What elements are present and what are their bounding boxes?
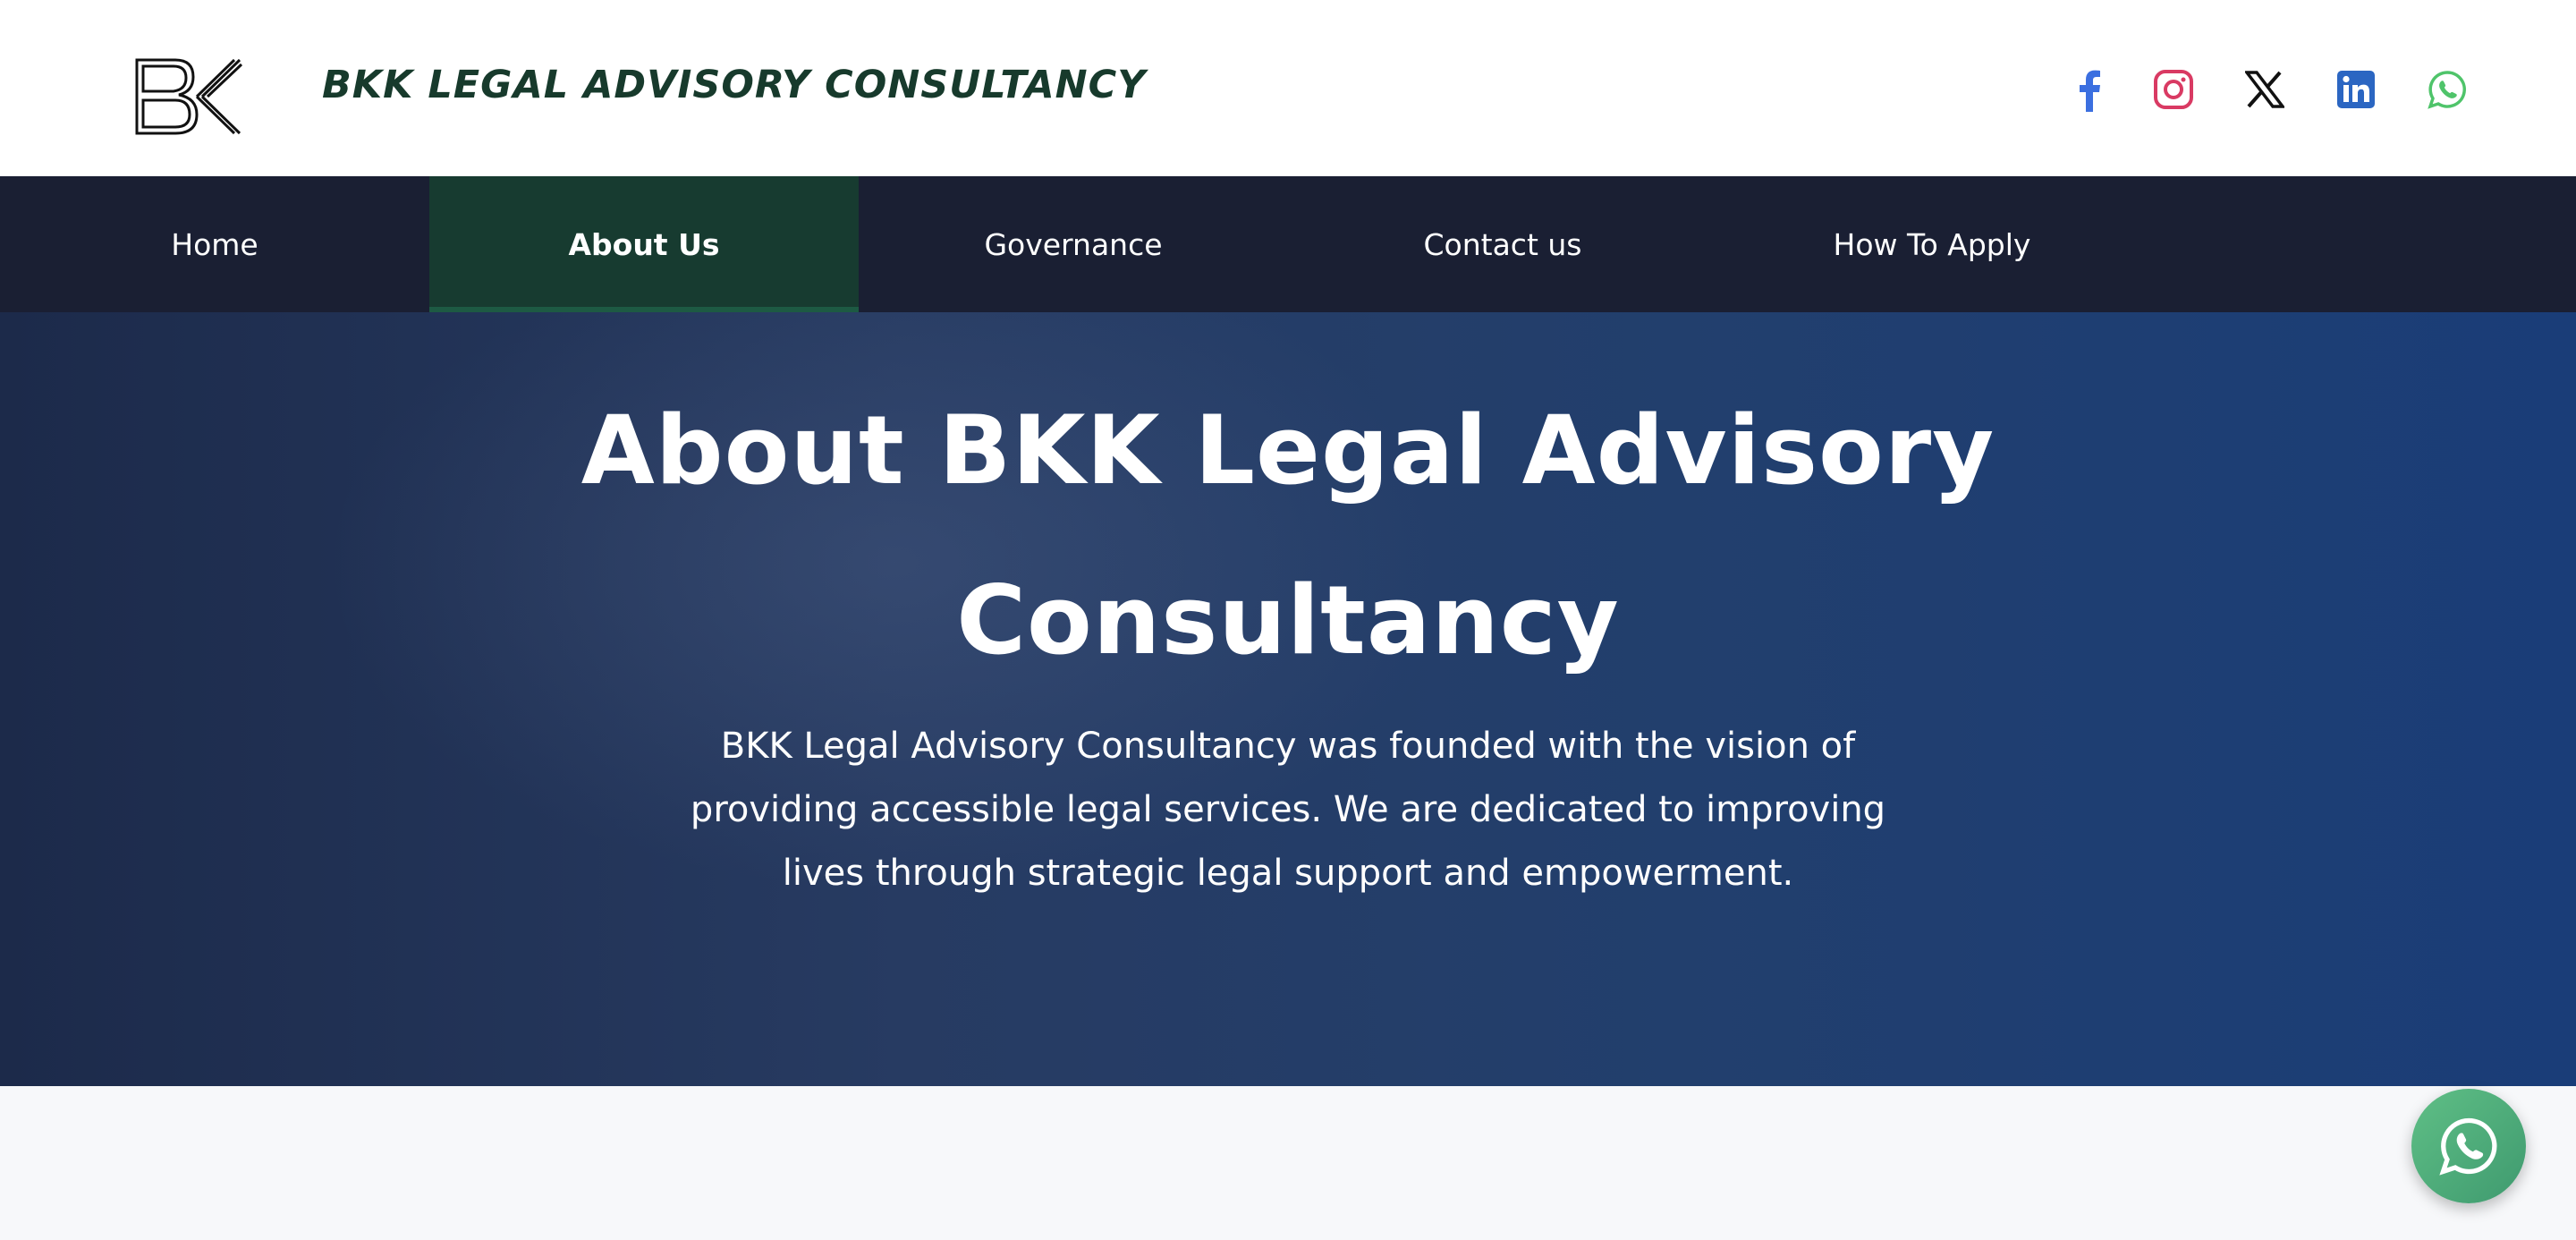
hero-description: BKK Legal Advisory Consultancy was found… bbox=[690, 726, 1886, 894]
facebook-icon[interactable] bbox=[2063, 63, 2116, 116]
nav-item-contact-us[interactable]: Contact us bbox=[1288, 176, 1717, 312]
main-nav: Home About Us Governance Contact us How … bbox=[0, 176, 2576, 312]
whatsapp-chat-button[interactable] bbox=[2411, 1089, 2526, 1203]
x-icon[interactable] bbox=[2238, 63, 2292, 116]
nav-item-about-us[interactable]: About Us bbox=[429, 176, 859, 312]
linkedin-icon[interactable] bbox=[2329, 63, 2383, 116]
page-title: About BKK Legal Advisory Consultancy bbox=[580, 395, 1996, 675]
instagram-icon[interactable] bbox=[2147, 63, 2200, 116]
bkk-logo[interactable] bbox=[134, 57, 243, 136]
whatsapp-icon[interactable] bbox=[2420, 63, 2474, 116]
nav-item-home[interactable]: Home bbox=[0, 176, 429, 312]
nav-item-governance[interactable]: Governance bbox=[859, 176, 1288, 312]
nav-item-how-to-apply[interactable]: How To Apply bbox=[1717, 176, 2147, 312]
brand-name[interactable]: BKK LEGAL ADVISORY CONSULTANCY bbox=[322, 63, 1146, 107]
whatsapp-icon bbox=[2439, 1117, 2497, 1176]
content-section bbox=[0, 1086, 2576, 1240]
hero-section: About BKK Legal Advisory Consultancy BKK… bbox=[0, 312, 2576, 1086]
site-header: BKK LEGAL ADVISORY CONSULTANCY bbox=[0, 0, 2576, 176]
